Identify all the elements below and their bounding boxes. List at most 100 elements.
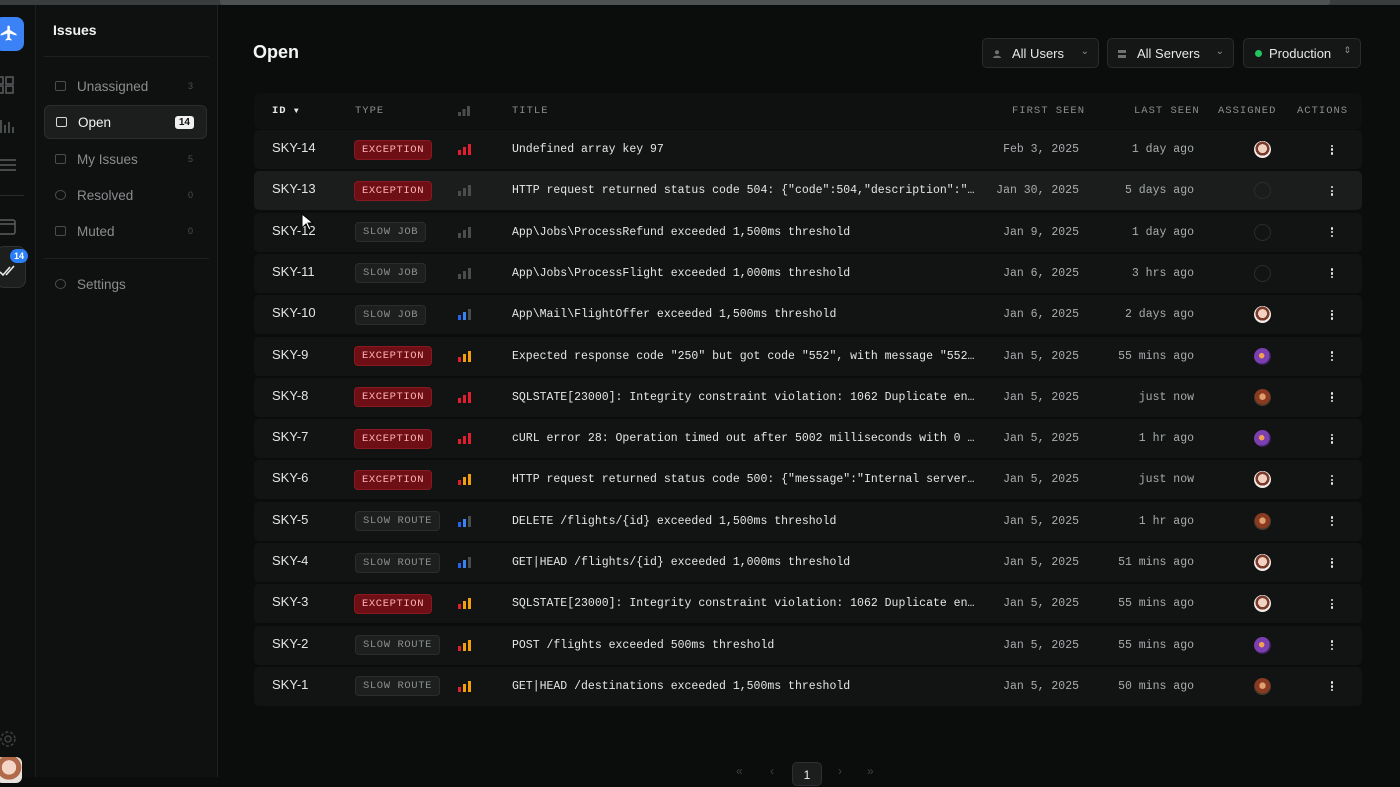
grid-icon[interactable] <box>0 75 20 95</box>
first-page-icon[interactable]: « <box>736 764 743 778</box>
avatar[interactable] <box>1254 388 1271 406</box>
priority-bars-icon[interactable] <box>458 557 472 568</box>
avatar[interactable] <box>1254 554 1271 571</box>
more-vertical-icon[interactable] <box>1327 514 1337 528</box>
issue-title[interactable]: SQLSTATE[23000]: Integrity constraint vi… <box>512 584 974 623</box>
priority-bars-icon[interactable] <box>458 639 472 651</box>
environment-filter[interactable]: Production ⇕ <box>1243 38 1361 68</box>
more-vertical-icon[interactable] <box>1327 556 1337 570</box>
issue-id[interactable]: SKY-6 <box>272 458 308 497</box>
assignee-cell[interactable] <box>1254 171 1271 210</box>
priority-bars-icon[interactable] <box>458 144 472 155</box>
column-header-id[interactable]: ID ▼ <box>272 105 300 117</box>
next-page-icon[interactable]: › <box>838 764 842 778</box>
priority-bars-icon[interactable] <box>458 680 472 692</box>
sidebar-item-my-issues[interactable]: My Issues 5 <box>44 142 207 176</box>
priority-bars-icon[interactable] <box>458 267 472 279</box>
assignee-cell[interactable] <box>1254 213 1271 252</box>
bar-chart-icon[interactable] <box>0 116 20 136</box>
priority-bars-icon[interactable] <box>458 350 472 362</box>
sidebar-item-unassigned[interactable]: Unassigned 3 <box>44 69 207 103</box>
issue-title[interactable]: cURL error 28: Operation timed out after… <box>512 419 974 458</box>
assignee-cell[interactable] <box>1254 543 1271 582</box>
issue-id[interactable]: SKY-11 <box>272 252 315 291</box>
issue-id[interactable]: SKY-14 <box>272 128 316 167</box>
issue-id[interactable]: SKY-2 <box>272 624 308 663</box>
more-vertical-icon[interactable] <box>1327 143 1337 157</box>
more-vertical-icon[interactable] <box>1327 432 1337 446</box>
user-avatar[interactable] <box>0 757 22 783</box>
issue-title[interactable]: Expected response code "250" but got cod… <box>512 337 974 376</box>
more-vertical-icon[interactable] <box>1327 184 1337 198</box>
assignee-cell[interactable] <box>1254 667 1271 706</box>
assignee-cell[interactable] <box>1254 584 1271 623</box>
last-page-icon[interactable]: » <box>867 764 874 778</box>
issue-id[interactable]: SKY-4 <box>272 541 308 580</box>
issue-title[interactable]: App\Mail\FlightOffer exceeded 1,500ms th… <box>512 295 836 334</box>
users-filter[interactable]: All Users ⌄ <box>982 38 1099 68</box>
table-row[interactable]: SKY-12 SLOW JOB App\Jobs\ProcessRefund e… <box>254 212 1362 252</box>
column-header-last-seen[interactable]: LAST SEEN <box>1134 105 1200 117</box>
priority-bars-icon[interactable] <box>458 515 472 527</box>
priority-bars-icon[interactable] <box>458 309 472 321</box>
priority-bars-icon[interactable] <box>458 226 472 238</box>
table-row[interactable]: SKY-2 SLOW ROUTE POST /flights exceeded … <box>254 624 1362 665</box>
issue-id[interactable]: SKY-7 <box>272 417 308 456</box>
column-header-type[interactable]: TYPE <box>355 105 384 117</box>
more-vertical-icon[interactable] <box>1327 225 1337 239</box>
more-vertical-icon[interactable] <box>1327 473 1337 487</box>
assignee-cell[interactable] <box>1254 378 1271 417</box>
issue-title[interactable]: Undefined array key 97 <box>512 130 664 169</box>
avatar[interactable] <box>1254 264 1271 282</box>
more-vertical-icon[interactable] <box>1327 597 1337 611</box>
table-row[interactable]: SKY-5 SLOW ROUTE DELETE /flights/{id} ex… <box>254 501 1362 541</box>
issue-title[interactable]: SQLSTATE[23000]: Integrity constraint vi… <box>512 378 974 417</box>
assignee-cell[interactable] <box>1254 460 1271 499</box>
sidebar-item-resolved[interactable]: Resolved 0 <box>44 178 207 212</box>
issue-title[interactable]: HTTP request returned status code 504: {… <box>512 171 974 210</box>
priority-bars-icon[interactable] <box>458 391 472 403</box>
more-vertical-icon[interactable] <box>1327 638 1337 652</box>
priority-bars-icon[interactable] <box>458 598 472 610</box>
assignee-cell[interactable] <box>1254 130 1271 169</box>
issue-id[interactable]: SKY-9 <box>272 335 308 374</box>
issue-title[interactable]: GET|HEAD /flights/{id} exceeded 1,000ms … <box>512 543 850 582</box>
more-vertical-icon[interactable] <box>1327 390 1337 404</box>
avatar[interactable] <box>1254 182 1271 200</box>
assignee-cell[interactable] <box>1254 295 1271 334</box>
issue-id[interactable]: SKY-10 <box>272 293 316 332</box>
avatar[interactable] <box>1254 141 1271 158</box>
avatar[interactable] <box>1254 430 1271 448</box>
issue-title[interactable]: GET|HEAD /destinations exceeded 1,500ms … <box>512 667 850 706</box>
table-row[interactable]: SKY-14 EXCEPTION Undefined array key 97 … <box>254 130 1362 169</box>
assignee-cell[interactable] <box>1254 419 1271 458</box>
avatar[interactable] <box>1254 471 1271 489</box>
table-row[interactable]: SKY-3 EXCEPTION SQLSTATE[23000]: Integri… <box>254 582 1362 624</box>
servers-filter[interactable]: All Servers ⌄ <box>1107 38 1234 68</box>
priority-bars-icon[interactable] <box>458 185 472 197</box>
table-row[interactable]: SKY-13 EXCEPTION HTTP request returned s… <box>254 171 1362 211</box>
issue-title[interactable]: POST /flights exceeded 500ms threshold <box>512 626 774 665</box>
issue-id[interactable]: SKY-1 <box>272 665 308 704</box>
sidebar-item-open[interactable]: Open 14 <box>44 105 207 139</box>
more-vertical-icon[interactable] <box>1327 266 1337 280</box>
page-number-button[interactable]: 1 <box>792 762 822 786</box>
column-header-first-seen[interactable]: FIRST SEEN <box>1012 105 1085 117</box>
issue-id[interactable]: SKY-8 <box>272 376 308 415</box>
priority-bars-icon[interactable] <box>458 433 472 445</box>
table-row[interactable]: SKY-8 EXCEPTION SQLSTATE[23000]: Integri… <box>254 376 1362 417</box>
avatar[interactable] <box>1254 595 1271 613</box>
issue-title[interactable]: App\Jobs\ProcessFlight exceeded 1,000ms … <box>512 254 850 293</box>
avatar[interactable] <box>1254 306 1271 324</box>
table-row[interactable]: SKY-6 EXCEPTION HTTP request returned st… <box>254 458 1362 500</box>
table-row[interactable]: SKY-7 EXCEPTION cURL error 28: Operation… <box>254 417 1362 459</box>
assignee-cell[interactable] <box>1254 626 1271 665</box>
table-row[interactable]: SKY-9 EXCEPTION Expected response code "… <box>254 335 1362 376</box>
more-vertical-icon[interactable] <box>1327 349 1337 363</box>
table-row[interactable]: SKY-11 SLOW JOB App\Jobs\ProcessFlight e… <box>254 252 1362 293</box>
sidebar-item-muted[interactable]: Muted 0 <box>44 214 207 248</box>
priority-header-icon[interactable] <box>458 106 470 116</box>
issue-id[interactable]: SKY-3 <box>272 582 308 621</box>
issue-title[interactable]: HTTP request returned status code 500: {… <box>512 460 974 499</box>
gear-icon[interactable] <box>0 729 20 749</box>
